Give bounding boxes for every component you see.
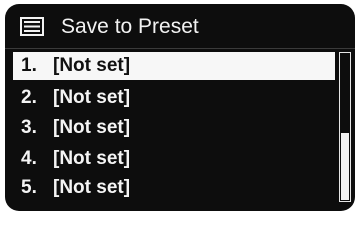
preset-number: 5.: [21, 177, 37, 198]
preset-number: 2.: [21, 87, 37, 108]
preset-label: [Not set]: [53, 117, 131, 138]
menu-header: Save to Preset: [5, 4, 355, 48]
scrollbar-track-fill: [341, 133, 349, 200]
preset-item-2[interactable]: 2. [Not set]: [13, 84, 335, 112]
preset-label: [Not set]: [53, 177, 131, 198]
preset-item-3[interactable]: 3. [Not set]: [13, 114, 335, 142]
preset-number: 1.: [21, 55, 37, 76]
preset-number: 4.: [21, 148, 37, 169]
page-title: Save to Preset: [61, 15, 199, 38]
preset-label: [Not set]: [53, 87, 131, 108]
preset-item-5[interactable]: 5. [Not set]: [13, 174, 335, 202]
preset-number: 3.: [21, 117, 37, 138]
header-divider: [5, 48, 355, 49]
radio-display: Save to Preset 1. [Not set] 2. [Not set]…: [5, 4, 355, 211]
preset-list-icon: [20, 17, 44, 36]
preset-label: [Not set]: [53, 148, 131, 169]
preset-item-1[interactable]: 1. [Not set]: [13, 52, 335, 80]
preset-item-4[interactable]: 4. [Not set]: [13, 145, 335, 173]
list-scrollbar[interactable]: [339, 52, 351, 202]
preset-label: [Not set]: [53, 55, 131, 76]
